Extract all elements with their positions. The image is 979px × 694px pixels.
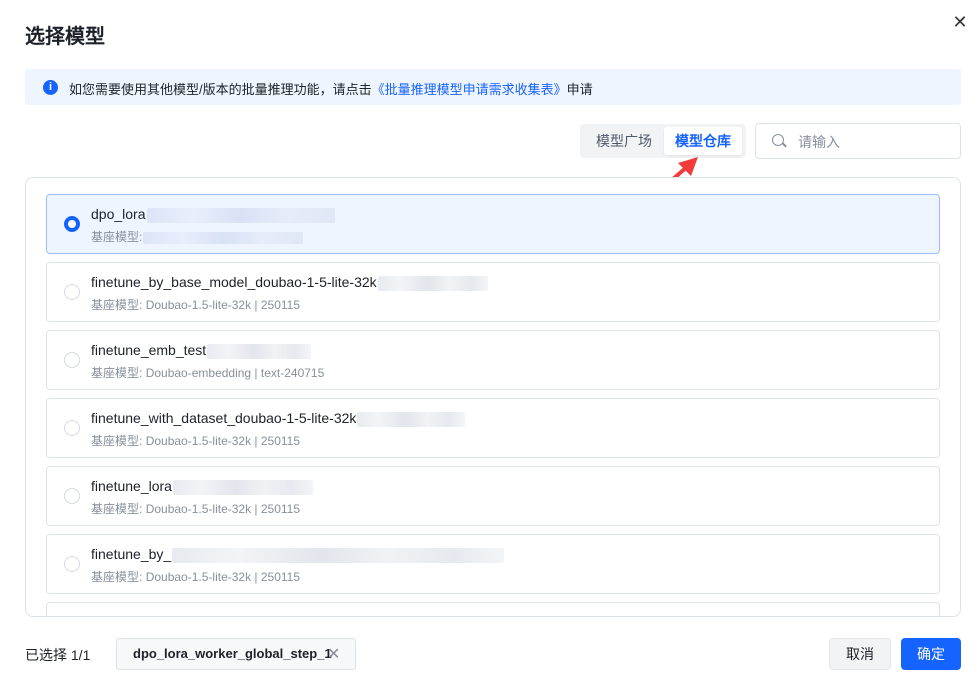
model-card-4[interactable]: finetune_with_dataset_doubao-1-5-lite-32… (46, 398, 940, 458)
application-form-link[interactable]: 《批量推理模型申请需求收集表》 (372, 82, 567, 97)
notice-text-after: 申请 (566, 82, 593, 97)
model-name: dpo_lora (91, 206, 335, 223)
confirm-button[interactable]: 确定 (901, 638, 961, 670)
selected-model-tag: dpo_lora_worker_global_step_1 ✕ (116, 638, 356, 670)
model-name: finetune_with_dataset_doubao-1-5-lite-32… (91, 410, 466, 427)
model-list[interactable]: dpo_lora 基座模型: finetune_by_base_model_do… (25, 177, 961, 617)
model-base: 基座模型: Doubao-1.5-lite-32k | 250115 (91, 502, 301, 516)
radio-unselected[interactable] (64, 556, 80, 572)
info-notice: i 如您需要使用其他模型/版本的批量推理功能，请点击《批量推理模型申请需求收集表… (25, 69, 961, 105)
radio-unselected[interactable] (64, 420, 80, 436)
model-base: 基座模型: Doubao-1.5-lite-32k | 250115 (91, 434, 301, 448)
select-model-dialog: 选择模型 ✕ i 如您需要使用其他模型/版本的批量推理功能，请点击《批量推理模型… (0, 0, 979, 694)
radio-unselected[interactable] (64, 352, 80, 368)
model-card-7-partial[interactable] (46, 602, 940, 616)
model-base: 基座模型: Doubao-embedding | text-240715 (91, 366, 325, 380)
model-card-dpo-lora[interactable]: dpo_lora 基座模型: (46, 194, 940, 254)
selected-count: 已选择 1/1 (25, 647, 91, 663)
model-name: finetune_lora (91, 478, 313, 495)
model-card-2[interactable]: finetune_by_base_model_doubao-1-5-lite-3… (46, 262, 940, 322)
model-base: 基座模型: Doubao-1.5-lite-32k | 250115 (91, 298, 301, 312)
tag-close-icon[interactable]: ✕ (327, 644, 340, 664)
model-base: 基座模型: Doubao-1.5-lite-32k | 250115 (91, 570, 301, 584)
model-name: finetune_by_base_model_doubao-1-5-lite-3… (91, 274, 488, 291)
radio-unselected[interactable] (64, 488, 80, 504)
dialog-title: 选择模型 (25, 26, 105, 48)
search-box (755, 123, 961, 159)
close-icon[interactable]: ✕ (950, 12, 970, 32)
search-input[interactable] (796, 130, 950, 154)
search-icon (772, 134, 784, 146)
info-icon: i (43, 80, 58, 95)
radio-unselected[interactable] (64, 284, 80, 300)
model-name: finetune_by_ (91, 546, 505, 563)
notice-text-before: 如您需要使用其他模型/版本的批量推理功能，请点击 (69, 82, 372, 97)
model-card-5[interactable]: finetune_lora 基座模型: Doubao-1.5-lite-32k … (46, 466, 940, 526)
notice-text: 如您需要使用其他模型/版本的批量推理功能，请点击《批量推理模型申请需求收集表》申… (69, 79, 593, 98)
model-name: finetune_emb_test (91, 342, 312, 359)
selected-model-label: dpo_lora_worker_global_step_1 (133, 646, 332, 661)
model-base: 基座模型: (91, 228, 304, 245)
model-card-3[interactable]: finetune_emb_test 基座模型: Doubao-embedding… (46, 330, 940, 390)
radio-selected[interactable] (64, 216, 80, 232)
model-card-6[interactable]: finetune_by_ 基座模型: Doubao-1.5-lite-32k |… (46, 534, 940, 594)
cancel-button[interactable]: 取消 (829, 638, 891, 670)
